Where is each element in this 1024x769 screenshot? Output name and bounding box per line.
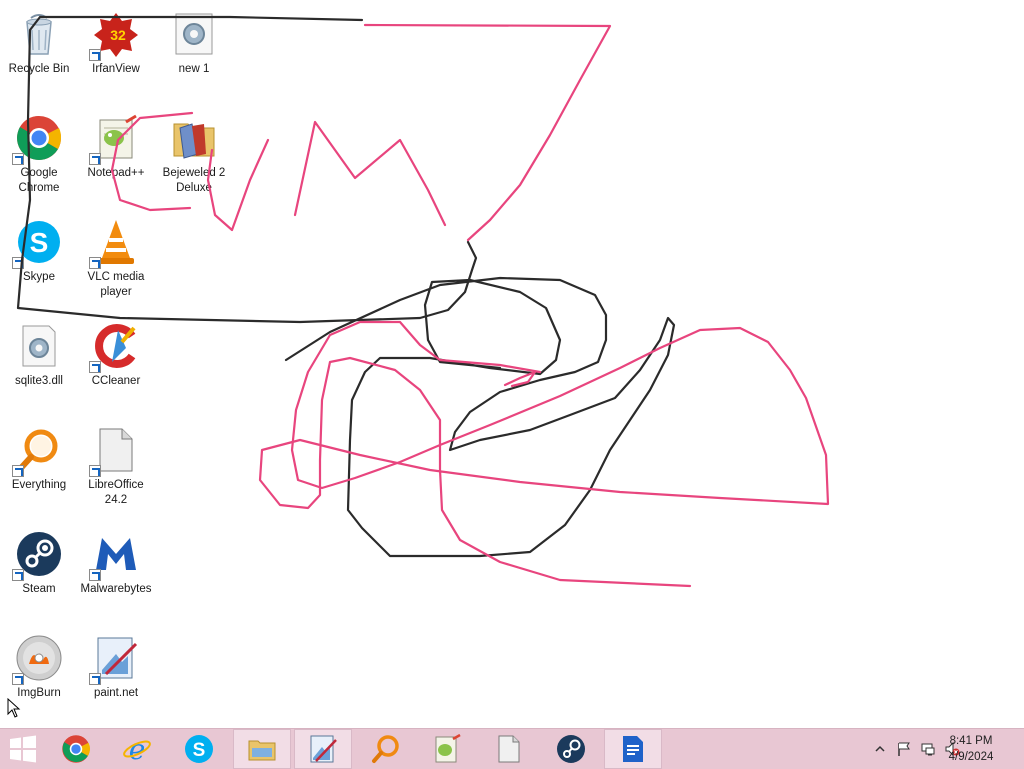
recycle-bin-icon — [15, 10, 63, 58]
system-tray: 8:41 PM 4/9/2024 — [844, 729, 1024, 769]
gear-file-icon — [15, 322, 63, 370]
skype-icon: S — [184, 734, 214, 764]
steam-icon — [556, 734, 586, 764]
desktop-icon-label: VLC media player — [87, 271, 145, 298]
shortcut-arrow-icon — [89, 569, 101, 581]
shortcut-arrow-icon — [89, 673, 101, 685]
desktop-icon-malwarebytes[interactable]: Malwarebytes — [78, 524, 154, 620]
chrome-icon — [12, 114, 63, 165]
desktop-icon-vlc[interactable]: VLC media player — [78, 212, 154, 308]
taskbar: e S 8:41 PM 4/9/2024 — [0, 728, 1024, 769]
paintnet-icon — [308, 734, 338, 764]
desktop-icon-label: Steam — [22, 583, 56, 595]
taskbar-libreoffice-button[interactable] — [480, 729, 538, 769]
internet-explorer-icon: e — [122, 733, 152, 766]
taskbar-skype-button[interactable]: S — [170, 729, 228, 769]
desktop-icon-label: paint.net — [93, 687, 139, 699]
shortcut-arrow-icon — [89, 49, 101, 61]
desktop-icon-ccleaner[interactable]: CCleaner — [78, 316, 154, 412]
clock-time: 8:41 PM — [949, 735, 993, 747]
desktop-icon-label: Everything — [11, 479, 67, 491]
clock[interactable]: 8:41 PM 4/9/2024 — [936, 733, 1006, 765]
file-explorer-icon — [247, 734, 277, 764]
steam-icon — [12, 530, 63, 581]
shortcut-arrow-icon — [12, 465, 24, 477]
desktop-icon-label: CCleaner — [91, 375, 141, 387]
pink-ink-stroke — [503, 370, 537, 388]
taskbar-paintnet-button[interactable] — [294, 729, 352, 769]
irfanview-icon: 32 — [89, 10, 140, 61]
document-icon — [494, 734, 524, 764]
mouse-cursor-icon — [7, 698, 21, 718]
svg-text:S: S — [193, 740, 206, 761]
desktop-icon-bejeweled[interactable]: Bejeweled 2 Deluxe — [156, 108, 232, 204]
taskbar-everything-button[interactable] — [357, 729, 415, 769]
desktop-icon-steam[interactable]: Steam — [1, 524, 77, 620]
taskbar-notepadpp-button[interactable] — [418, 729, 476, 769]
windows-logo-icon — [8, 734, 38, 764]
clock-date: 4/9/2024 — [948, 751, 994, 763]
desktop-icon-libreoffice[interactable]: LibreOffice 24.2 — [78, 420, 154, 516]
taskbar-chrome-button[interactable] — [47, 729, 105, 769]
show-hidden-icons-chevron[interactable] — [872, 741, 888, 757]
svg-text:e: e — [129, 734, 146, 764]
action-center-flag-icon[interactable] — [896, 741, 912, 757]
shortcut-arrow-icon — [12, 569, 24, 581]
desktop-icon-paintnet[interactable]: paint.net — [78, 628, 154, 724]
search-icon — [371, 734, 401, 764]
desktop-icon-label: sqlite3.dll — [15, 375, 63, 387]
desktop[interactable]: Recycle Bin Google Chrome S Skype sqlite… — [0, 0, 1024, 728]
desktop-icon-notepadpp[interactable]: Notepad++ — [78, 108, 154, 204]
taskbar-steam-button[interactable] — [542, 729, 600, 769]
shortcut-arrow-icon — [12, 153, 24, 165]
desktop-icon-label: Recycle Bin — [8, 63, 70, 75]
notepadpp-icon — [432, 733, 462, 764]
paintnet-icon — [89, 634, 140, 685]
folder-icon — [170, 114, 218, 162]
svg-text:S: S — [30, 227, 49, 258]
desktop-icon-label: Bejeweled 2 Deluxe — [162, 167, 226, 194]
desktop-icon-label: LibreOffice 24.2 — [88, 479, 144, 506]
notepadpp-icon — [89, 114, 140, 165]
desktop-icon-everything[interactable]: Everything — [1, 420, 77, 516]
chrome-icon — [61, 734, 91, 764]
malwarebytes-icon — [89, 530, 140, 581]
gear-file-icon — [170, 10, 218, 58]
pink-ink-stroke — [363, 23, 612, 242]
irfanview-badge: 32 — [110, 27, 126, 43]
disc-icon — [12, 634, 63, 685]
start-button[interactable] — [0, 729, 46, 769]
writer-icon — [618, 734, 648, 764]
desktop-icon-label: Google Chrome — [18, 167, 60, 194]
pink-ink-stroke — [293, 120, 447, 227]
desktop-icon-new-1[interactable]: new 1 — [156, 4, 232, 100]
shortcut-arrow-icon — [89, 465, 101, 477]
pink-ink-stroke — [258, 320, 830, 588]
desktop-icon-label: Notepad++ — [87, 167, 145, 179]
taskbar-ie-button[interactable]: e — [108, 729, 166, 769]
shortcut-arrow-icon — [89, 153, 101, 165]
search-icon — [12, 426, 63, 477]
black-ink-stroke — [284, 276, 676, 558]
shortcut-arrow-icon — [89, 257, 101, 269]
desktop-icon-google-chrome[interactable]: Google Chrome — [1, 108, 77, 204]
skype-icon: S — [12, 218, 63, 269]
shortcut-arrow-icon — [12, 673, 24, 685]
desktop-icon-label: IrfanView — [92, 63, 140, 75]
desktop-icon-recycle-bin[interactable]: Recycle Bin — [1, 4, 77, 100]
desktop-icon-label: new 1 — [178, 63, 210, 75]
desktop-icon-label: Skype — [23, 271, 55, 283]
desktop-icon-label: Malwarebytes — [80, 583, 152, 595]
desktop-icon-sqlite3-dll[interactable]: sqlite3.dll — [1, 316, 77, 412]
shortcut-arrow-icon — [89, 361, 101, 373]
document-icon — [89, 426, 140, 477]
vlc-icon — [89, 218, 140, 269]
taskbar-writer-button[interactable] — [604, 729, 662, 769]
desktop-icon-skype[interactable]: S Skype — [1, 212, 77, 308]
ccleaner-icon — [89, 322, 140, 373]
network-icon[interactable] — [920, 741, 936, 757]
shortcut-arrow-icon — [12, 257, 24, 269]
taskbar-file-explorer-button[interactable] — [233, 729, 291, 769]
desktop-icon-irfanview[interactable]: 32 IrfanView — [78, 4, 154, 100]
